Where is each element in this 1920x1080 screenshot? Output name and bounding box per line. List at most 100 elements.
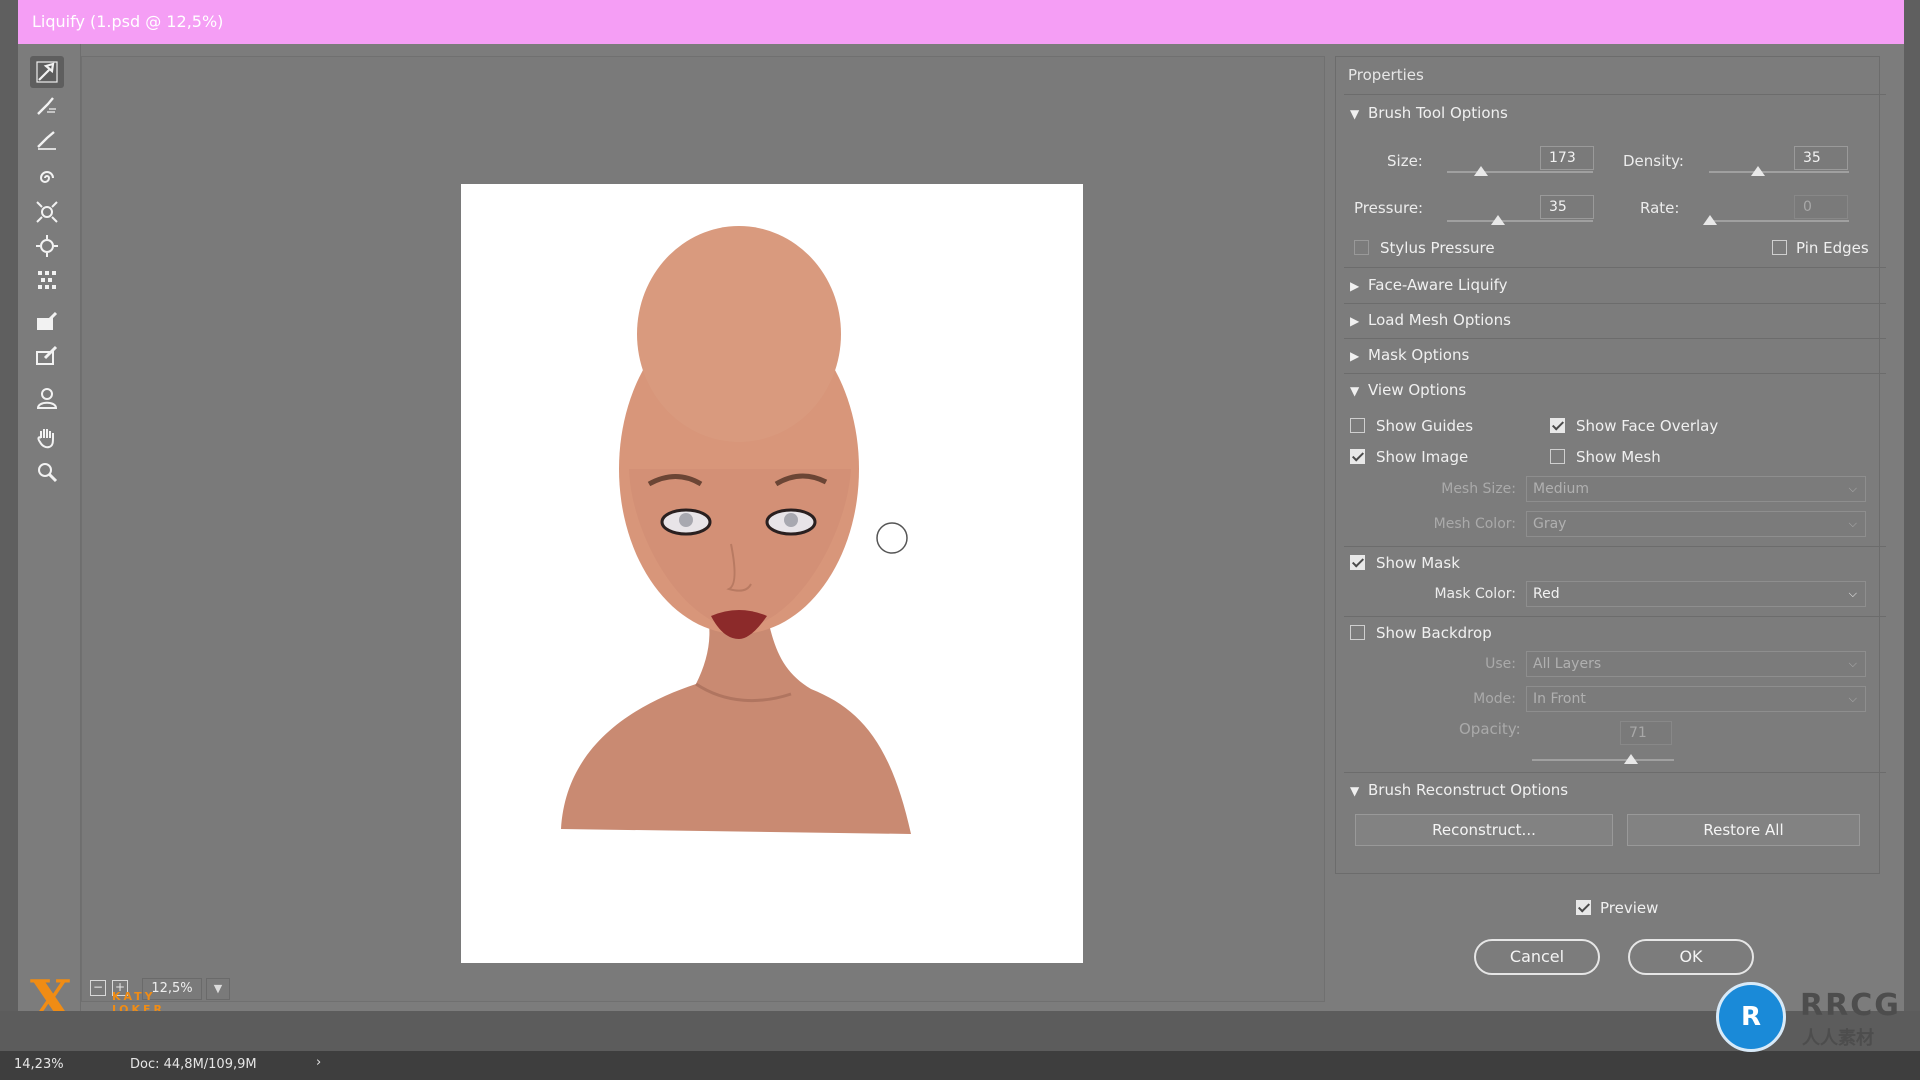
- mask-color-select[interactable]: Red ⌵: [1526, 581, 1866, 607]
- stylus-pressure-checkbox[interactable]: [1354, 240, 1369, 255]
- smooth-tool-icon[interactable]: [30, 124, 64, 156]
- size-slider-track[interactable]: [1447, 171, 1593, 173]
- ok-button[interactable]: OK: [1628, 939, 1754, 975]
- density-slider-track[interactable]: [1709, 171, 1849, 173]
- properties-panel: Properties ▼ Brush Tool Options Size: 173…: [1336, 56, 1896, 874]
- rrcg-logo: R RRCG 人人素材: [1716, 982, 1920, 1054]
- divider: [1344, 267, 1886, 268]
- hand-tool-icon[interactable]: [30, 422, 64, 454]
- chevron-down-icon: ⌵: [1848, 657, 1857, 670]
- rrcg-logo-line-1: RRCG: [1800, 988, 1901, 1023]
- size-slider-thumb[interactable]: [1474, 166, 1488, 176]
- opacity-slider-track[interactable]: [1532, 759, 1674, 761]
- chevron-down-icon[interactable]: ▼: [206, 978, 230, 1000]
- chevron-down-icon: ⌵: [1848, 482, 1857, 495]
- reconstruct-button[interactable]: Reconstruct...: [1355, 814, 1613, 846]
- mesh-size-label: Mesh Size:: [1441, 481, 1516, 497]
- triangle-right-icon: ▶: [1350, 314, 1360, 328]
- show-guides-label: Show Guides: [1376, 417, 1474, 435]
- section-view-options[interactable]: ▼ View Options: [1350, 381, 1466, 399]
- use-label: Use:: [1485, 656, 1516, 672]
- thaw-mask-tool-icon[interactable]: [30, 340, 64, 372]
- rate-slider-track[interactable]: [1709, 220, 1849, 222]
- show-guides-checkbox[interactable]: [1350, 418, 1365, 433]
- reconstruct-tool-icon[interactable]: [30, 90, 64, 122]
- show-mask-checkbox[interactable]: [1350, 555, 1365, 570]
- status-doc-size[interactable]: Doc: 44,8M/109,9M: [130, 1057, 257, 1072]
- rate-input[interactable]: 0: [1794, 195, 1848, 219]
- section-brush-tool-options[interactable]: ▼ Brush Tool Options: [1350, 104, 1508, 122]
- show-face-overlay-checkbox[interactable]: [1550, 418, 1565, 433]
- opacity-label: Opacity:: [1459, 720, 1521, 738]
- divider: [1344, 772, 1886, 773]
- section-mask-options[interactable]: ▶ Mask Options: [1350, 346, 1469, 364]
- section-brush-reconstruct-options[interactable]: ▼ Brush Reconstruct Options: [1350, 781, 1568, 799]
- show-backdrop-label: Show Backdrop: [1376, 624, 1492, 642]
- rrcg-logo-line-2: 人人素材: [1802, 1028, 1874, 1049]
- status-expand-arrow[interactable]: ›: [316, 1055, 321, 1070]
- divider: [1344, 303, 1886, 304]
- chevron-down-icon: ⌵: [1848, 692, 1857, 705]
- divider: [1344, 546, 1886, 547]
- portrait-image: [561, 226, 911, 834]
- divider: [1344, 616, 1886, 617]
- rate-slider-thumb[interactable]: [1703, 215, 1717, 225]
- pin-edges-label: Pin Edges: [1796, 239, 1869, 257]
- divider: [1344, 373, 1886, 374]
- bloat-tool-icon[interactable]: [30, 230, 64, 262]
- show-mesh-checkbox[interactable]: [1550, 449, 1565, 464]
- divider: [1344, 94, 1886, 95]
- workspace-bottom-strip: [0, 1011, 1920, 1051]
- opacity-input[interactable]: 71: [1620, 721, 1672, 745]
- divider: [1344, 338, 1886, 339]
- mesh-size-select[interactable]: Medium ⌵: [1526, 476, 1866, 502]
- use-select[interactable]: All Layers ⌵: [1526, 651, 1866, 677]
- size-input[interactable]: 173: [1540, 146, 1594, 170]
- pucker-tool-icon[interactable]: [30, 196, 64, 228]
- mode-select[interactable]: In Front ⌵: [1526, 686, 1866, 712]
- density-label: Density:: [1623, 152, 1684, 170]
- triangle-right-icon: ▶: [1350, 349, 1360, 363]
- density-input[interactable]: 35: [1794, 146, 1848, 170]
- triangle-down-icon: ▼: [1350, 107, 1360, 121]
- opacity-slider-thumb[interactable]: [1624, 754, 1638, 764]
- rate-label: Rate:: [1640, 199, 1680, 217]
- section-face-aware-liquify[interactable]: ▶ Face-Aware Liquify: [1350, 276, 1508, 294]
- chevron-down-icon: ⌵: [1848, 517, 1857, 530]
- freeze-mask-tool-icon[interactable]: [30, 306, 64, 338]
- triangle-down-icon: ▼: [1350, 384, 1360, 398]
- mesh-color-select[interactable]: Gray ⌵: [1526, 511, 1866, 537]
- document-canvas[interactable]: [461, 184, 1083, 963]
- pressure-slider-track[interactable]: [1447, 220, 1593, 222]
- stylus-pressure-label: Stylus Pressure: [1380, 239, 1495, 257]
- status-zoom: 14,23%: [14, 1057, 64, 1072]
- mesh-color-label: Mesh Color:: [1433, 516, 1516, 532]
- preview-label: Preview: [1600, 899, 1659, 917]
- push-left-tool-icon[interactable]: [30, 264, 64, 296]
- zoom-tool-icon[interactable]: [30, 456, 64, 488]
- preview-checkbox[interactable]: [1576, 900, 1591, 915]
- pressure-slider-thumb[interactable]: [1491, 215, 1505, 225]
- pressure-input[interactable]: 35: [1540, 195, 1594, 219]
- pin-edges-checkbox[interactable]: [1772, 240, 1787, 255]
- mode-label: Mode:: [1473, 691, 1516, 707]
- show-backdrop-checkbox[interactable]: [1350, 625, 1365, 640]
- mask-color-label: Mask Color:: [1434, 586, 1516, 602]
- show-image-label: Show Image: [1376, 448, 1469, 466]
- liquify-toolbar: [18, 44, 81, 1011]
- window-title-bar: Liquify (1.psd @ 12,5%): [18, 0, 1904, 44]
- density-slider-thumb[interactable]: [1751, 166, 1765, 176]
- status-bar: 14,23% Doc: 44,8M/109,9M ›: [0, 1051, 1920, 1080]
- twirl-clockwise-tool-icon[interactable]: [30, 162, 64, 194]
- show-image-checkbox[interactable]: [1350, 449, 1365, 464]
- face-tool-icon[interactable]: [30, 382, 64, 414]
- rrcg-logo-mark: R: [1716, 982, 1786, 1052]
- chevron-down-icon: ⌵: [1848, 587, 1857, 600]
- forward-warp-tool-icon[interactable]: [30, 56, 64, 88]
- restore-all-button[interactable]: Restore All: [1627, 814, 1860, 846]
- preview-canvas-area[interactable]: [81, 56, 1325, 1002]
- show-mesh-label: Show Mesh: [1576, 448, 1661, 466]
- show-mask-label: Show Mask: [1376, 554, 1460, 572]
- section-load-mesh-options[interactable]: ▶ Load Mesh Options: [1350, 311, 1511, 329]
- cancel-button[interactable]: Cancel: [1474, 939, 1600, 975]
